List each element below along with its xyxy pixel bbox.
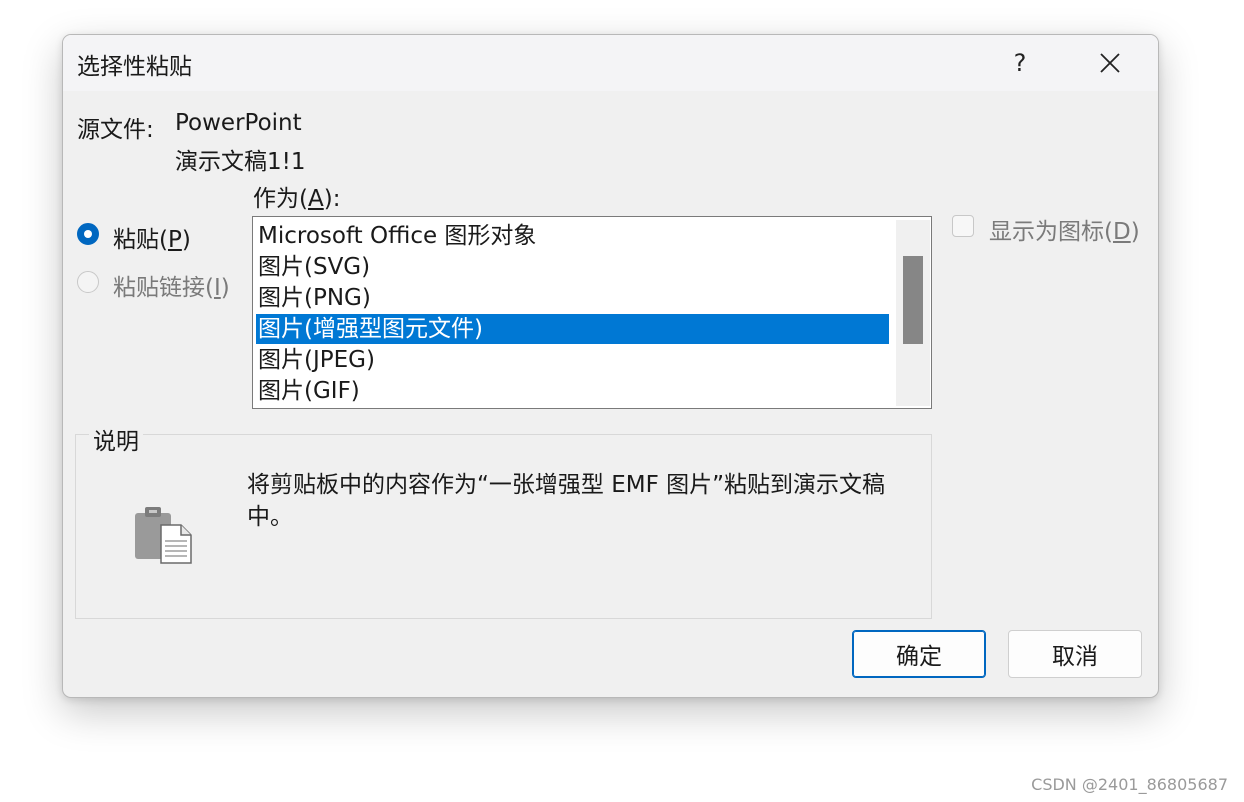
display-as-icon-label[interactable]: 显示为图标(D) [989,212,1140,246]
list-item[interactable]: 图片(JPEG) [256,345,889,375]
scrollbar-thumb[interactable] [903,256,923,344]
help-button[interactable]: ? [995,41,1045,85]
paste-link-radio-label[interactable]: 粘贴链接(I) [113,268,230,302]
list-item-selected[interactable]: 图片(增强型图元文件) [256,314,889,344]
close-button[interactable] [1085,41,1135,85]
listbox-scrollbar[interactable] [896,220,930,406]
dialog-title: 选择性粘贴 [77,54,192,80]
list-item[interactable]: Microsoft Office 图形对象 [256,221,889,251]
clipboard-paste-icon [133,505,193,569]
source-app: PowerPoint [175,110,302,136]
ok-button[interactable]: 确定 [852,630,986,678]
list-item[interactable]: 图片(GIF) [256,376,889,406]
as-label: 作为(A): [253,186,341,212]
source-document: 演示文稿1!1 [175,149,306,175]
paste-radio-label[interactable]: 粘贴(P) [113,220,191,254]
title-bar: 选择性粘贴 ? [63,35,1158,91]
result-description: 将剪贴板中的内容作为“一张增强型 EMF 图片”粘贴到演示文稿中。 [247,472,886,530]
paste-radio-button[interactable] [77,223,99,245]
close-icon [1100,53,1120,73]
cancel-button[interactable]: 取消 [1008,630,1142,678]
format-listbox[interactable]: Microsoft Office 图形对象 图片(SVG) 图片(PNG) 图片… [252,216,932,409]
paste-link-radio-button[interactable] [77,271,99,293]
source-label: 源文件: [77,117,154,143]
list-item[interactable]: 图片(SVG) [256,252,889,282]
result-label: 说明 [89,422,143,456]
watermark: CSDN @2401_86805687 [1031,775,1228,794]
list-item[interactable]: 图片(PNG) [256,283,889,313]
paste-special-dialog: 选择性粘贴 ? 源文件: PowerPoint 演示文稿1!1 作为(A): 粘… [62,34,1159,698]
help-icon: ? [1013,49,1027,77]
display-as-icon-box[interactable] [952,215,974,237]
